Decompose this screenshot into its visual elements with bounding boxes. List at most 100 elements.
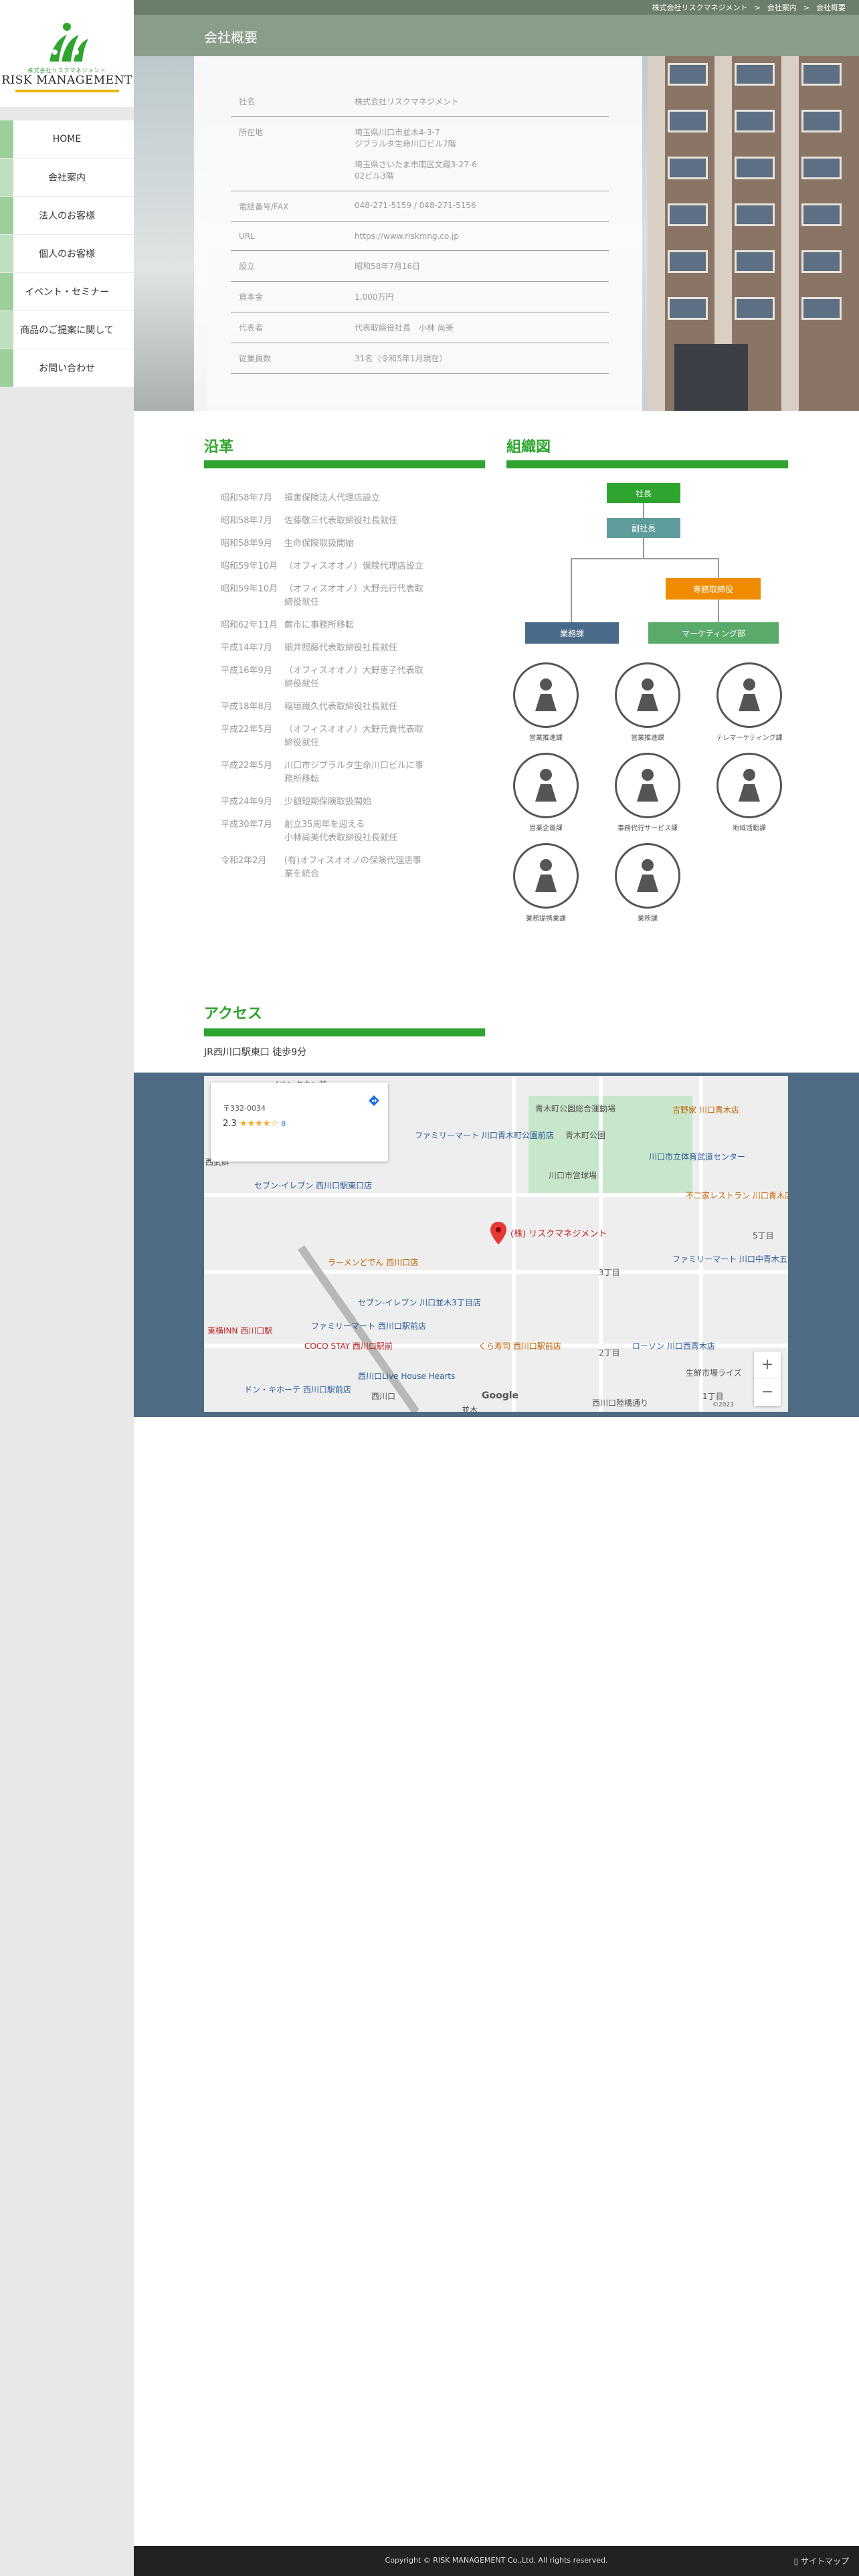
zoom-out-button[interactable]: − <box>754 1378 781 1405</box>
info-value: 株式会社リスクマネジメント <box>348 86 609 117</box>
nav-personal[interactable]: 個人のお客様 <box>0 235 134 273</box>
desk-worker-icon <box>513 753 579 818</box>
sidebar: 株式会社リスクマネジメント RISK MANAGEMENT HOME 会社案内 … <box>0 0 134 2576</box>
directions-icon[interactable] <box>368 1095 380 1107</box>
copyright: Copyright © RISK MANAGEMENT Co.,Ltd. All… <box>385 2556 608 2565</box>
map-place-label[interactable]: 川口市営球場 <box>549 1170 597 1181</box>
map-attribution: ©2023 <box>712 1402 734 1408</box>
google-logo: Google <box>482 1390 519 1401</box>
history-event: 創立35周年を迎える 小林尚美代表取締役社長就任 <box>284 820 398 843</box>
logo[interactable]: 株式会社リスクマネジメント RISK MANAGEMENT <box>0 0 134 107</box>
map-place-label[interactable]: ドン・キホーテ 西川口駅前店 <box>244 1384 351 1395</box>
org-unit-label: 業務課 <box>638 915 658 923</box>
nav-products[interactable]: 商品のご提案に関して <box>0 311 134 349</box>
info-row: 所在地 埼玉県川口市並木4-3-7 ジブラルタ生命川口ビル7階 埼玉県さいたま市南区文… <box>231 116 609 191</box>
breadcrumb-home[interactable]: 株式会社リスクマネジメント <box>652 2 748 13</box>
org-unit-label: 営業推進課 <box>631 735 664 742</box>
org-chart: 社長 副社長 専務取締役 業務課 マーケティング部 営業推進課 営業推進課 テレマー… <box>506 468 787 923</box>
info-row: URL https://www.riskmng.co.jp <box>231 221 609 251</box>
logo-underline <box>15 90 119 92</box>
map-place-label[interactable]: COCO STAY 西川口駅前 <box>304 1340 393 1352</box>
main-nav: HOME 会社案内 法人のお客様 個人のお客様 イベント・セミナー 商品のご提案… <box>0 120 134 387</box>
map-place-label[interactable]: 不二家レストラン 川口青木店 <box>686 1190 788 1201</box>
handshake-icon <box>513 843 579 909</box>
map-place-label[interactable]: 西川口 <box>371 1390 395 1402</box>
map-marker-icon[interactable] <box>490 1222 506 1245</box>
history-event: 蕨市に事務所移転 <box>284 620 355 630</box>
helping-hand-icon <box>615 753 680 818</box>
map-place-label[interactable]: 川口市立体育武道センター <box>649 1151 745 1162</box>
map-marker-label: (株) リスクマネジメント <box>510 1229 607 1239</box>
map-place-label[interactable]: セブン-イレブン 川口並木3丁目店 <box>358 1297 481 1308</box>
map-place-label[interactable]: ファミリーマート 川口中青木五丁目店 <box>672 1253 788 1265</box>
two-people-icon <box>615 662 680 728</box>
history-date: 令和2年2月 <box>221 856 267 866</box>
history-row: 平成22年5月 （オフィスオオノ）大野元貴代表取 締役就任 <box>204 723 485 750</box>
org-executive: 専務取締役 <box>666 578 761 600</box>
map-place-label[interactable]: 1丁目 <box>702 1390 724 1402</box>
map-place-label[interactable]: ローソン 川口西青木店 <box>632 1340 715 1352</box>
nav-events[interactable]: イベント・セミナー <box>0 273 134 311</box>
history-row: 平成14年7月 細井照藤代表取締役社長就任 <box>204 642 485 655</box>
history-title: 沿革 <box>204 439 234 456</box>
info-value: 1,000万円 <box>348 281 609 312</box>
map-place-label[interactable]: ファミリーマート 川口青木町公園前店 <box>415 1129 554 1141</box>
history-date: 平成24年9月 <box>221 797 272 807</box>
map-place-label[interactable]: セブン-イレブン 西川口駅東口店 <box>254 1180 372 1191</box>
place-rating: 2.3 ★★★★☆ 8 <box>223 1119 286 1129</box>
logo-text: RISK MANAGEMENT <box>1 74 132 87</box>
rating-stars-icon: ★★★★☆ <box>239 1119 279 1129</box>
building-entrance <box>674 344 748 411</box>
map-place-label[interactable]: 東横INN 西川口駅 <box>207 1325 272 1336</box>
map-place-label[interactable]: くら寿司 西川口駅前店 <box>478 1340 561 1352</box>
org-title: 組織図 <box>506 439 551 456</box>
history-date: 平成14年7月 <box>221 643 272 653</box>
map-place-label[interactable]: 2丁目 <box>599 1347 620 1358</box>
logo-mark-icon <box>50 23 88 62</box>
walking-person-icon <box>513 662 579 728</box>
org-unit-label: テレマーケティング課 <box>716 735 783 742</box>
map-place-label[interactable]: ファミリーマート 西川口駅前店 <box>311 1320 426 1331</box>
breadcrumb-company[interactable]: 会社案内 <box>767 2 797 13</box>
map-place-label[interactable]: 青木町公園総合運動場 <box>535 1103 615 1114</box>
map-place-label[interactable]: 吉野家 川口青木店 <box>672 1104 739 1115</box>
org-unit-label: 営業企画課 <box>529 825 563 832</box>
info-label: 所在地 <box>231 116 348 191</box>
map-place-label[interactable]: 並木 <box>462 1404 478 1412</box>
map-place-label[interactable]: ラーメンどでん 西川口店 <box>328 1257 418 1268</box>
map-place-label[interactable]: 西川口Live House Hearts <box>358 1370 455 1382</box>
map-place-label[interactable]: 西川口陸橋通り <box>592 1397 648 1408</box>
history-date: 平成16年9月 <box>221 666 272 676</box>
history-event: 川口市ジブラルタ生命川口ビルに事 務所移転 <box>284 761 424 784</box>
org-ops: 業務課 <box>525 622 619 644</box>
info-row: 設立 昭和58年7月16日 <box>231 250 609 282</box>
history-date: 昭和62年11月 <box>221 620 278 630</box>
nav-corporate[interactable]: 法人のお客様 <box>0 197 134 235</box>
breadcrumb: 株式会社リスクマネジメント > 会社案内 > 会社概要 <box>134 0 859 15</box>
info-value[interactable]: https://www.riskmng.co.jp <box>348 221 609 251</box>
map-place-label[interactable]: 5丁目 <box>753 1230 774 1241</box>
nav-contact[interactable]: お問い合わせ <box>0 349 134 387</box>
info-label: URL <box>231 221 348 251</box>
sitemap-link[interactable]: ▯ サイトマップ <box>794 2555 849 2567</box>
nav-company[interactable]: 会社案内 <box>0 159 134 197</box>
footer: Copyright © RISK MANAGEMENT Co.,Ltd. All… <box>134 2546 859 2576</box>
history-date: 平成18年8月 <box>221 702 272 712</box>
info-value: 埼玉県川口市並木4-3-7 ジブラルタ生命川口ビル7階 埼玉県さいたま市南区文蔵3-… <box>348 116 609 191</box>
info-label: 社名 <box>231 86 348 117</box>
map-place-card[interactable]: 〒332-0034 2.3 ★★★★☆ 8 <box>211 1083 388 1162</box>
map-place-label[interactable]: 3丁目 <box>599 1267 620 1278</box>
history-event: 佐藤敬三代表取締役社長就任 <box>284 516 398 526</box>
company-info-table: 社名 株式会社リスクマネジメント 所在地 埼玉県川口市並木4-3-7 ジブラルタ生命川口… <box>231 86 609 374</box>
google-map[interactable]: イオンタウン前青木町公園総合運動場青木町公園川口市立体育武道センター吉野家 川口… <box>204 1076 788 1412</box>
map-place-label[interactable]: 青木町公園 <box>565 1129 605 1141</box>
nav-home[interactable]: HOME <box>0 120 134 159</box>
company-info-panel: 社名 株式会社リスクマネジメント 所在地 埼玉県川口市並木4-3-7 ジブラルタ生命川口… <box>194 56 642 411</box>
history-row: 平成24年9月 少額短期保険取扱開始 <box>204 796 485 809</box>
map-place-label[interactable]: 生鮮市場ライズ <box>686 1367 742 1378</box>
history-date: 平成22年5月 <box>221 725 272 735</box>
history-row: 平成16年9月 （オフィスオオノ）大野恵子代表取 締役就任 <box>204 664 485 691</box>
info-row: 従業員数 31名（令和5年1月現在） <box>231 343 609 374</box>
zoom-in-button[interactable]: + <box>754 1352 781 1378</box>
history-date: 昭和58年7月 <box>221 493 272 503</box>
